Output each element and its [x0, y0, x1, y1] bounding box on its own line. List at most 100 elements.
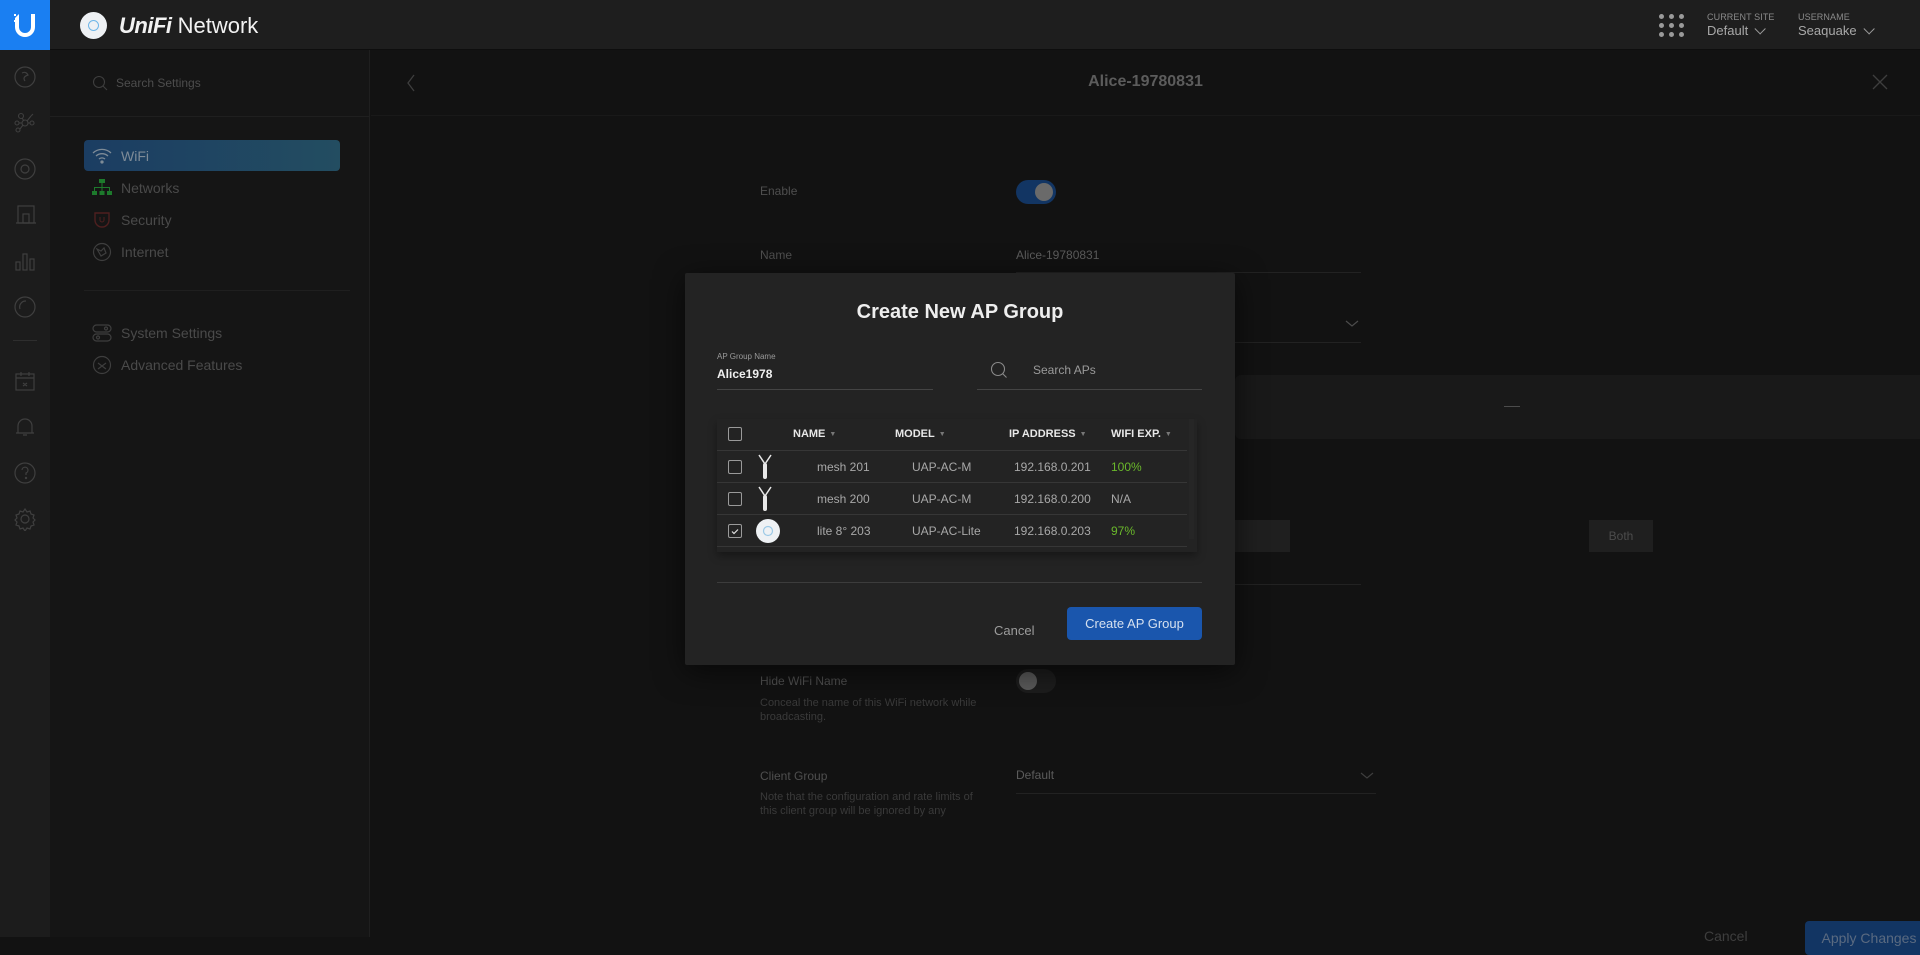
alerts-icon[interactable] — [12, 414, 38, 440]
column-header-wifi-experience[interactable]: WIFI EXP. ▼ — [1111, 428, 1172, 440]
nav-item-internet[interactable]: Internet — [84, 236, 340, 267]
settings-nav: Search Settings WiFi Networks Security I… — [50, 50, 370, 937]
select-underline — [1235, 342, 1361, 343]
shield-icon — [94, 211, 110, 228]
nav-item-label: Security — [121, 211, 172, 228]
ap-group-name-input[interactable] — [717, 367, 933, 381]
current-site-value: Default — [1707, 23, 1749, 38]
ap-wifi-experience: 100% — [1111, 460, 1142, 474]
support-icon[interactable] — [12, 460, 38, 486]
search-settings-input[interactable]: Search Settings — [92, 75, 201, 91]
ap-model: UAP-AC-M — [912, 460, 972, 474]
client-group-description: Note that the configuration and rate lim… — [760, 791, 973, 817]
close-button[interactable] — [1872, 74, 1888, 95]
nav-item-system-settings[interactable]: System Settings — [84, 317, 340, 348]
page-title: Alice-19780831 — [1088, 73, 1203, 90]
ap-name: mesh 200 — [817, 492, 870, 506]
networks-icon — [92, 178, 112, 195]
ap-wifi-experience: 97% — [1111, 524, 1136, 538]
search-aps-underline — [977, 389, 1202, 390]
current-site-label: CURRENT SITE — [1707, 12, 1775, 22]
unifi-device-icon — [80, 12, 107, 39]
settings-icon[interactable] — [12, 506, 38, 532]
column-header-model[interactable]: MODEL ▼ — [895, 428, 946, 440]
lite-ap-icon — [756, 519, 780, 543]
nav-item-advanced-features[interactable]: Advanced Features — [84, 349, 340, 380]
chevron-down-icon[interactable] — [1360, 772, 1374, 780]
ap-group-name-label: AP Group Name — [717, 352, 776, 361]
advanced-features-icon — [92, 355, 112, 374]
row-checkbox[interactable] — [728, 460, 742, 474]
ap-name: lite 8° 203 — [817, 524, 871, 538]
cancel-button[interactable]: Cancel — [1704, 928, 1748, 944]
apps-grid-icon[interactable] — [1659, 14, 1684, 38]
username-selector[interactable]: USERNAME Seaquake — [1798, 12, 1875, 38]
ap-model: UAP-AC-M — [912, 492, 972, 506]
column-header-name[interactable]: NAME ▼ — [793, 428, 836, 440]
chevron-down-icon — [1863, 22, 1875, 35]
field-underline — [1235, 584, 1361, 585]
select-all-checkbox[interactable] — [728, 427, 742, 441]
row-checkbox[interactable] — [728, 492, 742, 506]
dashboard-icon[interactable] — [12, 64, 38, 90]
nav-item-wifi[interactable]: WiFi — [84, 140, 340, 171]
nav-item-networks[interactable]: Networks — [84, 172, 340, 203]
collapsed-section-panel[interactable] — [1235, 375, 1920, 439]
nav-item-label: Advanced Features — [121, 356, 243, 373]
create-ap-group-button[interactable]: Create AP Group — [1067, 607, 1202, 640]
hide-wifi-description: Conceal the name of this WiFi network wh… — [760, 697, 977, 723]
table-scrollbar[interactable] — [1189, 419, 1194, 539]
band-option-hidden[interactable] — [1235, 520, 1290, 552]
ap-wifi-experience: N/A — [1111, 492, 1132, 506]
table-row[interactable]: mesh 201 UAP-AC-M 192.168.0.201 100% — [717, 451, 1187, 483]
table-row[interactable]: lite 8° 203 UAP-AC-Lite 192.168.0.203 97… — [717, 515, 1187, 547]
ap-table: NAME ▼ MODEL ▼ IP ADDRESS ▼ WIFI EXP. ▼ mesh… — [717, 419, 1197, 552]
modal-title: Create New AP Group — [856, 301, 1064, 323]
client-group-underline — [1016, 793, 1376, 794]
search-aps-input[interactable]: Search APs — [990, 361, 1096, 379]
ap-ip: 192.168.0.201 — [1014, 460, 1091, 474]
table-header: NAME ▼ MODEL ▼ IP ADDRESS ▼ WIFI EXP. ▼ — [717, 419, 1187, 451]
wifi-icon — [92, 148, 112, 164]
modal-cancel-button[interactable]: Cancel — [994, 623, 1034, 638]
collapse-icon[interactable] — [1504, 406, 1520, 407]
client-group-select[interactable]: Default — [1016, 768, 1054, 782]
ubiquiti-logo[interactable] — [0, 0, 50, 50]
nav-item-label: Internet — [121, 243, 169, 260]
toggle-knob — [1019, 672, 1037, 690]
app-brand[interactable]: UniFi Network — [80, 12, 258, 39]
close-icon — [1872, 74, 1888, 90]
clients-icon[interactable] — [12, 202, 38, 228]
search-aps-placeholder: Search APs — [1033, 363, 1096, 377]
events-icon[interactable] — [12, 368, 38, 394]
checkmark-icon — [731, 528, 739, 534]
ap-ip: 192.168.0.200 — [1014, 492, 1091, 506]
ap-name: mesh 201 — [817, 460, 870, 474]
devices-icon[interactable] — [12, 156, 38, 182]
statistics-icon[interactable] — [12, 248, 38, 274]
column-header-ip-address[interactable]: IP ADDRESS ▼ — [1009, 428, 1087, 440]
row-checkbox-checked[interactable] — [728, 524, 742, 538]
nav-item-label: WiFi — [121, 147, 149, 164]
ubiquiti-u-icon — [14, 14, 35, 37]
name-field[interactable]: Alice-19780831 — [1016, 248, 1099, 262]
ap-ip: 192.168.0.203 — [1014, 524, 1091, 538]
apply-changes-button[interactable]: Apply Changes — [1805, 921, 1920, 955]
toggle-knob — [1035, 183, 1053, 201]
band-option-both[interactable]: Both — [1589, 520, 1653, 552]
app-name: UniFi Network — [119, 12, 259, 38]
hide-wifi-toggle[interactable] — [1016, 669, 1056, 693]
insights-icon[interactable] — [12, 294, 38, 320]
ap-model: UAP-AC-Lite — [912, 524, 981, 538]
chevron-down-icon — [1754, 22, 1766, 35]
enable-toggle[interactable] — [1016, 180, 1056, 204]
chevron-down-icon[interactable] — [1345, 320, 1359, 328]
nav-item-security[interactable]: Security — [84, 204, 340, 235]
topology-icon[interactable] — [12, 110, 38, 136]
main-header: Alice-19780831 — [371, 50, 1920, 116]
iconbar-divider — [13, 340, 37, 341]
current-site-selector[interactable]: CURRENT SITE Default — [1707, 12, 1775, 38]
nav-divider — [84, 290, 350, 291]
table-row[interactable]: mesh 200 UAP-AC-M 192.168.0.200 N/A — [717, 483, 1187, 515]
hide-wifi-label: Hide WiFi Name — [760, 674, 848, 688]
